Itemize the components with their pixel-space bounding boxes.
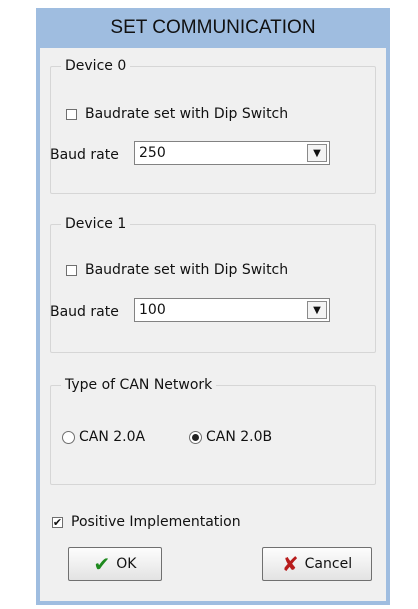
device-1-legend: Device 1 <box>65 216 127 232</box>
radio-button[interactable] <box>62 430 75 444</box>
checkmark-icon: ✔ <box>93 552 111 576</box>
x-mark-icon: ✘ <box>281 552 299 576</box>
device-1-baud-select[interactable]: 100 ▼ <box>134 298 330 322</box>
chevron-down-icon[interactable]: ▼ <box>307 301 327 319</box>
can-network-legend: Type of CAN Network <box>65 377 213 393</box>
device-0-baud-label-row: Baud rate <box>50 147 119 163</box>
ok-button[interactable]: ✔ OK <box>68 547 162 581</box>
device-0-dip-checkbox[interactable]: Baudrate set with Dip Switch <box>66 106 288 122</box>
dialog-body: Device 0 Baudrate set with Dip Switch Ba… <box>40 48 386 601</box>
checkbox-box[interactable] <box>66 264 77 276</box>
device-1-dip-label: Baudrate set with Dip Switch <box>85 262 289 278</box>
device-1-baud-label-row: Baud rate <box>50 304 119 320</box>
device-0-baud-select[interactable]: 250 ▼ <box>134 141 330 165</box>
radio-can-2-0a[interactable]: CAN 2.0A <box>62 429 145 445</box>
radio-button-selected[interactable] <box>189 430 202 444</box>
device-1-dip-checkbox[interactable]: Baudrate set with Dip Switch <box>66 262 288 278</box>
checkbox-checked-box[interactable]: ✔ <box>52 516 63 528</box>
positive-implementation-checkbox[interactable]: ✔ Positive Implementation <box>52 514 241 530</box>
positive-implementation-label: Positive Implementation <box>71 514 241 530</box>
radio-can-2-0a-label: CAN 2.0A <box>79 429 146 445</box>
device-0-baud-label: Baud rate <box>50 147 119 163</box>
radio-can-2-0b[interactable]: CAN 2.0B <box>189 429 272 445</box>
chevron-down-icon[interactable]: ▼ <box>307 144 327 162</box>
device-0-group: Device 0 <box>50 58 376 194</box>
device-0-baud-value: 250 <box>139 145 166 161</box>
device-1-baud-label: Baud rate <box>50 304 119 320</box>
cancel-button[interactable]: ✘ Cancel <box>262 547 372 581</box>
device-0-legend: Device 0 <box>65 58 127 74</box>
cancel-button-label: Cancel <box>304 556 353 572</box>
checkbox-box[interactable] <box>66 108 77 120</box>
device-1-group: Device 1 <box>50 216 376 353</box>
device-0-dip-label: Baudrate set with Dip Switch <box>85 106 289 122</box>
radio-can-2-0b-label: CAN 2.0B <box>206 429 273 445</box>
device-1-baud-value: 100 <box>139 302 166 318</box>
radio-dot-icon <box>192 433 199 441</box>
dialog-title: SET COMMUNICATION <box>110 17 316 38</box>
ok-button-label: OK <box>116 556 137 572</box>
dialog-window: SET COMMUNICATION Device 0 Baudrate set … <box>36 8 390 605</box>
